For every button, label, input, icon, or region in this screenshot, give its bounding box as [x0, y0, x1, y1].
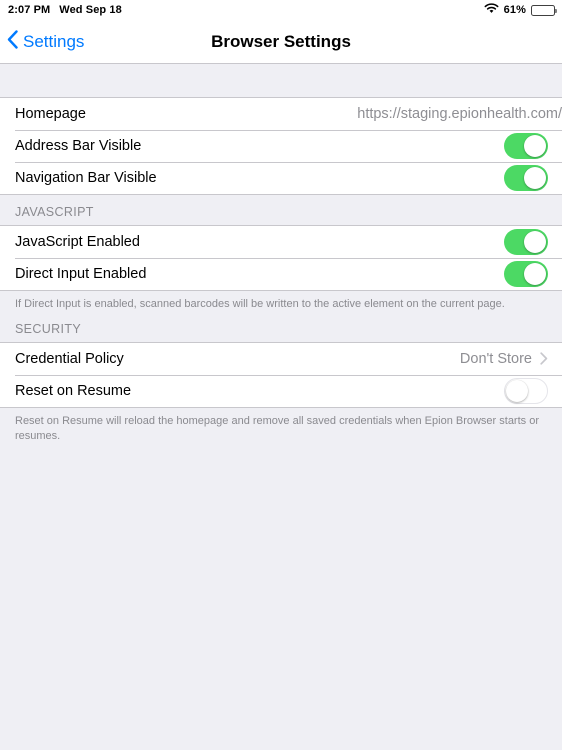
- table-row[interactable]: Homepage https://staging.epionhealth.com/: [0, 98, 562, 130]
- row-value: https://staging.epionhealth.com/: [357, 106, 562, 122]
- settings-group: Homepage https://staging.epionhealth.com/…: [0, 97, 562, 195]
- row-value: Don't Store: [459, 350, 532, 367]
- back-button[interactable]: Settings: [0, 29, 85, 54]
- table-row: Navigation Bar Visible: [0, 162, 562, 194]
- section-footer-note: Reset on Resume will reload the homepage…: [15, 414, 539, 442]
- navigation-bar: Settings Browser Settings: [0, 20, 562, 64]
- battery-percent-label: 61%: [503, 4, 526, 16]
- status-bar-left: 2:07 PM Wed Sep 18: [8, 4, 122, 16]
- section-footer-note: If Direct Input is enabled, scanned barc…: [15, 298, 505, 310]
- table-row: Reset on Resume: [0, 374, 562, 407]
- settings-group: Credential Policy Don't Store Reset on Res…: [0, 341, 562, 408]
- status-bar-right: 61%: [484, 3, 557, 17]
- table-row: Direct Input Enabled: [0, 258, 562, 290]
- toggle-switch[interactable]: [504, 165, 548, 191]
- toggle-knob: [524, 263, 546, 285]
- row-label: JavaScript Enabled: [15, 234, 140, 250]
- battery-icon: [531, 4, 557, 16]
- toggle-switch[interactable]: [504, 261, 548, 287]
- toggle-knob: [524, 167, 546, 189]
- wifi-icon: [484, 3, 499, 17]
- status-time: 2:07 PM: [8, 4, 51, 16]
- settings-table: Homepage https://staging.epionhealth.com/…: [0, 64, 562, 444]
- table-row[interactable]: Credential Policy Don't Store: [0, 342, 562, 375]
- status-date: Wed Sep 18: [59, 4, 122, 16]
- toggle-knob: [524, 231, 546, 253]
- row-label: Homepage: [15, 106, 86, 122]
- row-label: Reset on Resume: [15, 382, 132, 399]
- section-header: JAVASCRIPT: [15, 205, 94, 219]
- toggle-switch[interactable]: [504, 377, 548, 404]
- table-row: JavaScript Enabled: [0, 226, 562, 258]
- section-header: SECURITY: [15, 321, 82, 336]
- toggle-knob: [524, 135, 546, 157]
- row-label: Address Bar Visible: [15, 138, 142, 154]
- table-row: Address Bar Visible: [0, 130, 562, 162]
- settings-group: JavaScript Enabled Direct Input Enabled: [0, 225, 562, 291]
- toggle-knob: [506, 379, 528, 402]
- row-label: Direct Input Enabled: [15, 266, 147, 282]
- chevron-right-icon: [540, 352, 548, 365]
- status-bar: 2:07 PM Wed Sep 18 61%: [0, 0, 562, 20]
- back-button-label: Settings: [23, 31, 85, 51]
- row-label: Navigation Bar Visible: [15, 170, 157, 186]
- row-label: Credential Policy: [15, 350, 124, 367]
- chevron-left-icon: [7, 29, 18, 54]
- toggle-switch[interactable]: [504, 133, 548, 159]
- toggle-switch[interactable]: [504, 229, 548, 255]
